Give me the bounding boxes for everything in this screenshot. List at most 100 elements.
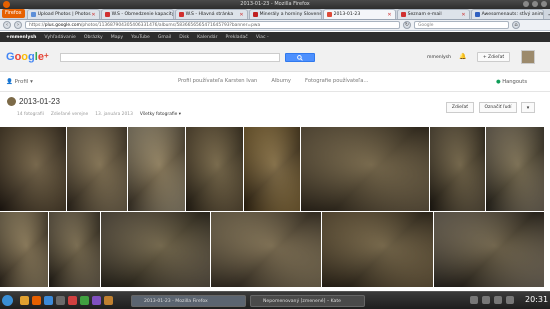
close-tab-icon[interactable]: ✕ — [461, 12, 465, 18]
cave-photo-8[interactable] — [486, 127, 544, 211]
album-title: 2013-01-23 — [19, 97, 60, 106]
cave-photo-9[interactable] — [0, 212, 48, 287]
firefox-icon — [3, 1, 10, 8]
back-icon[interactable]: ‹ — [3, 21, 11, 29]
subnav-link[interactable]: Albumy — [271, 78, 291, 84]
google-plus-header: Google+ mmenlysh 🔔 + Zdieľať — [0, 42, 550, 72]
browser-tab[interactable]: Upload Photos | Photos ✕ — [26, 9, 100, 19]
gbar-item[interactable]: YouTube — [131, 35, 150, 40]
gbar-item[interactable]: Kalendár — [197, 35, 217, 40]
window-titlebar: 2013-01-23 - Mozilla Firefox — [0, 0, 550, 9]
browser-tab-strip: Firefox Upload Photos | Photos ✕ W.S - Obm… — [0, 9, 550, 20]
gbar-item[interactable]: Obrázky — [84, 35, 103, 40]
gbar-item[interactable]: Vyhľadávanie — [44, 35, 75, 40]
shared-status[interactable]: Zdieľané verejne — [51, 112, 88, 117]
volume-icon[interactable] — [482, 296, 490, 304]
cave-photo-5[interactable] — [244, 127, 300, 211]
cave-photo-6[interactable] — [301, 127, 429, 211]
battery-icon[interactable] — [494, 296, 502, 304]
hangouts-button[interactable]: ● Hangouts — [496, 79, 527, 85]
album-title-row: 2013-01-23 — [7, 97, 60, 106]
browser-tab[interactable]: 2013-01-23 ✕ — [322, 9, 396, 19]
forward-icon[interactable]: › — [14, 21, 22, 29]
folder-icon[interactable] — [104, 296, 113, 305]
clipboard-icon[interactable] — [506, 296, 514, 304]
tab-favicon-icon — [326, 12, 332, 17]
close-tab-icon[interactable]: ✕ — [387, 12, 391, 18]
browser-tab[interactable]: Minerály a horniny Slovenska✕ — [248, 9, 322, 19]
gbar-item[interactable]: Prekladač — [226, 35, 248, 40]
notifications-bell-icon[interactable]: 🔔 — [459, 53, 466, 61]
url-prefix: https:// — [29, 23, 45, 28]
settings-icon[interactable] — [92, 296, 101, 305]
browser-tab[interactable]: W.S - Hlavná stránka ✕ — [174, 9, 248, 19]
terminal-icon[interactable] — [56, 296, 65, 305]
home-icon[interactable]: ⌂ — [512, 21, 520, 29]
owner-avatar[interactable] — [7, 97, 16, 106]
gbar-item[interactable]: Viac - — [256, 35, 269, 40]
tab-favicon-icon — [474, 12, 480, 17]
system-tray — [470, 296, 514, 304]
google-search-input[interactable] — [60, 53, 280, 62]
album-meta: 14 fotografií Zdieľané verejne 13. januá… — [17, 112, 181, 117]
username[interactable]: mmenlysh — [427, 55, 451, 60]
cave-photo-7[interactable] — [430, 127, 485, 211]
reload-icon[interactable]: ↻ — [403, 21, 411, 29]
taskbar-task-kate[interactable]: Nepomenovaný [zmenené] – Kate — [250, 295, 365, 307]
cave-photo-2[interactable] — [67, 127, 127, 211]
kde-start-icon[interactable] — [2, 295, 13, 306]
browser-tab[interactable]: W.S - Obmedzenie kapacity vyhľadávy✕ — [100, 9, 174, 19]
firefox-menu-button[interactable]: Firefox — [2, 9, 25, 18]
logo-plus: + — [43, 51, 49, 60]
subnav-link[interactable]: Profil používateľa Karsten Ivan — [178, 78, 257, 84]
maximize-button[interactable] — [532, 1, 538, 7]
tab-favicon-icon — [104, 12, 110, 17]
search-button[interactable] — [285, 53, 315, 62]
person-icon: 👤 — [6, 79, 15, 85]
cave-photo-1[interactable] — [0, 127, 66, 211]
browser-tab[interactable]: Seznam e-mail ✕ — [396, 9, 470, 19]
tab-label: W.S - Obmedzenie kapacity vyhľadávy — [111, 12, 174, 17]
cave-photo-4[interactable] — [186, 127, 243, 211]
tab-label: Minerály a horniny Slovenska — [259, 12, 322, 17]
cave-photo-14[interactable] — [434, 212, 544, 287]
gbar-item[interactable]: Mapy — [111, 35, 123, 40]
cave-photo-11[interactable] — [101, 212, 210, 287]
close-window-button[interactable] — [541, 1, 547, 7]
more-options-button[interactable]: ▾ — [521, 102, 535, 113]
browser-launcher-icon[interactable] — [44, 296, 53, 305]
cave-photo-10[interactable] — [49, 212, 100, 287]
avatar[interactable] — [521, 50, 535, 64]
close-tab-icon[interactable]: ✕ — [239, 12, 243, 18]
network-icon[interactable] — [470, 296, 478, 304]
cave-photo-13[interactable] — [322, 212, 433, 287]
music-icon[interactable] — [80, 296, 89, 305]
view-dropdown[interactable]: Všetky fotografie ▾ — [140, 112, 181, 117]
browser-search-input[interactable]: Google — [414, 21, 509, 29]
firefox-launcher-icon[interactable] — [32, 296, 41, 305]
profile-dropdown[interactable]: 👤 Profil ▾ — [6, 79, 33, 85]
gbar-item[interactable]: Gmail — [158, 35, 171, 40]
window-title: 2013-01-23 - Mozilla Firefox — [240, 1, 310, 7]
close-tab-icon[interactable]: ✕ — [91, 12, 95, 18]
tab-label: 2013-01-23 — [333, 12, 361, 17]
share-button[interactable]: + Zdieľať — [477, 52, 510, 62]
gbar-item[interactable]: Disk — [179, 35, 189, 40]
google-plus-logo[interactable]: Google+ — [6, 51, 49, 63]
cave-photo-12[interactable] — [211, 212, 321, 287]
tab-label: Upload Photos | Photos — [37, 12, 91, 17]
minimize-button[interactable] — [523, 1, 529, 7]
hangouts-label: Hangouts — [502, 79, 528, 85]
album-share-button[interactable]: Zdieľať — [446, 102, 474, 113]
taskbar-task-firefox[interactable]: 2013-01-23 - Mozilla Firefox — [131, 295, 246, 307]
view-label: Všetky fotografie — [139, 112, 178, 117]
tag-people-button[interactable]: Označiť ľudí — [479, 102, 517, 113]
subnav-link[interactable]: Fotografie používateľa... — [305, 78, 368, 84]
files-icon[interactable] — [20, 296, 29, 305]
app-launcher-icon[interactable] — [68, 296, 77, 305]
new-tab-button[interactable]: + — [545, 11, 550, 19]
cave-photo-3[interactable] — [128, 127, 185, 211]
gbar-item[interactable]: +mmenlysh — [6, 35, 36, 40]
browser-tab[interactable]: Awesomenauts: stĺvý animák - Re✕ — [470, 9, 544, 19]
url-bar[interactable]: https://plus.google.com/photos/113687904… — [25, 21, 400, 29]
